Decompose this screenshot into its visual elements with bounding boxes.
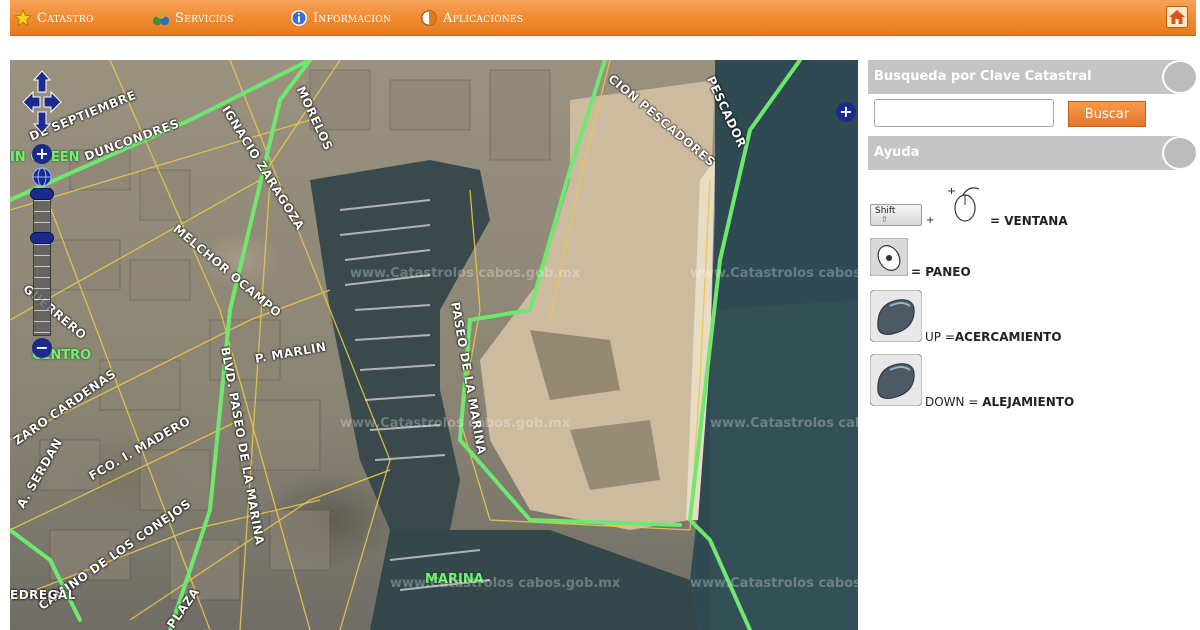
nav-label-aplicaciones: Aplicaciones [443, 10, 524, 26]
map-watermark: www.Catastrolos cabos.gob.mx [690, 576, 858, 591]
map-watermark: www.Catastrolos cabos.gob.mx [350, 266, 581, 281]
alejamiento-label: DOWN = ALEJAMIENTO [925, 395, 1075, 409]
pan-up-button [32, 70, 52, 93]
nav-label-servicios: Servicios [175, 10, 234, 26]
nav-item-aplicaciones[interactable]: Aplicaciones [420, 0, 523, 36]
mouse-pan-icon [870, 238, 908, 276]
busqueda-header: Busqueda por Clave Catastral [868, 60, 1198, 94]
zoom-out-button[interactable]: − [32, 338, 52, 358]
busqueda-title: Busqueda por Clave Catastral [874, 69, 1092, 84]
apps-icon [421, 10, 437, 26]
street-label-edregal: EDREGAL [10, 588, 76, 602]
map-watermark: www.Catastrolos cabos.gob.mx [390, 576, 621, 591]
mouse-drag-icon [948, 187, 980, 222]
scroll-up-mouse-icon [870, 290, 922, 342]
pan-control[interactable] [22, 70, 62, 134]
map-watermark: www.Catastrolos cabos.gob.mx [690, 266, 858, 281]
pan-right-button [43, 90, 62, 114]
home-button[interactable] [1166, 6, 1188, 28]
header-cap [1162, 60, 1198, 94]
acercamiento-label: UP =ACERCAMIENTO [925, 330, 1062, 344]
services-icon [152, 9, 170, 26]
top-navigation-bar: Catastro Servicios Informacion Aplicacio… [10, 0, 1196, 36]
home-icon [1169, 10, 1185, 24]
ventana-label: = VENTANA [990, 214, 1068, 228]
clave-catastral-input[interactable] [874, 99, 1054, 127]
map-viewport[interactable]: DE SEPTIEMBRE DUNCONDRES IGNACIO ZARAGOZ… [10, 60, 858, 630]
shift-key-icon: Shift ⇧ [870, 204, 922, 226]
star-icon [14, 9, 32, 27]
zoom-slider-handle[interactable] [30, 232, 54, 244]
zoom-bar[interactable] [33, 188, 51, 336]
nav-label-catastro: Catastro [37, 10, 94, 26]
zoom-slider-cap [30, 188, 54, 200]
plus-sign: + [926, 215, 935, 226]
info-icon [291, 10, 307, 26]
map-watermark: www.Catastrolos cabos.gob.mx [340, 416, 571, 431]
pan-left-button [22, 90, 41, 114]
globe-icon[interactable] [31, 166, 53, 188]
scroll-down-mouse-icon [870, 354, 922, 406]
ayuda-title: Ayuda [874, 145, 920, 160]
nav-item-catastro[interactable]: Catastro [14, 0, 94, 36]
layer-switcher-button[interactable]: + [836, 102, 856, 122]
pan-down-button [32, 111, 52, 134]
nav-item-informacion[interactable]: Informacion [290, 0, 391, 36]
buscar-button[interactable]: Buscar [1068, 101, 1146, 127]
paneo-label: = PANEO [911, 265, 971, 279]
zoom-in-button[interactable]: + [32, 144, 52, 164]
nav-item-servicios[interactable]: Servicios [152, 0, 234, 36]
map-watermark: www.Catastrolos cabos.gob.mx [710, 416, 858, 431]
header-cap [1162, 136, 1198, 170]
nav-label-informacion: Informacion [313, 10, 392, 26]
ayuda-header: Ayuda [868, 136, 1198, 170]
